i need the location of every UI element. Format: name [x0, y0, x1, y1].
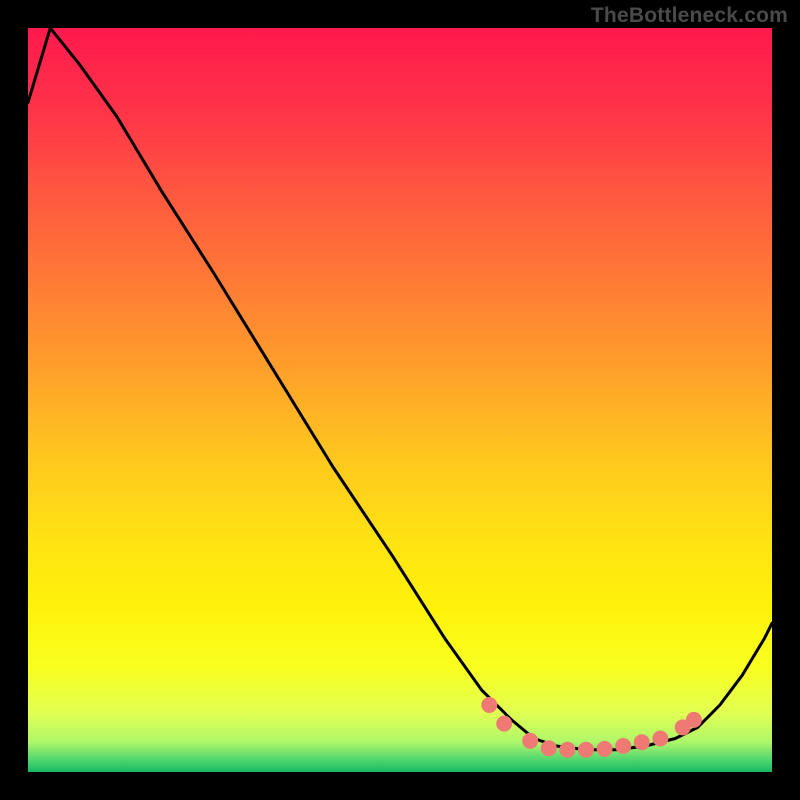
watermark-text: TheBottleneck.com [591, 4, 788, 28]
data-point [523, 733, 538, 748]
data-point [482, 698, 497, 713]
data-point [541, 741, 556, 756]
data-point [560, 742, 575, 757]
data-point [497, 716, 512, 731]
chart-frame: TheBottleneck.com [0, 0, 800, 800]
data-point [616, 739, 631, 754]
plot-area [28, 28, 772, 772]
gradient-background [28, 28, 772, 772]
plot-svg [28, 28, 772, 772]
data-point [653, 731, 668, 746]
data-point [634, 735, 649, 750]
data-point [686, 712, 701, 727]
data-point [597, 741, 612, 756]
data-point [579, 742, 594, 757]
